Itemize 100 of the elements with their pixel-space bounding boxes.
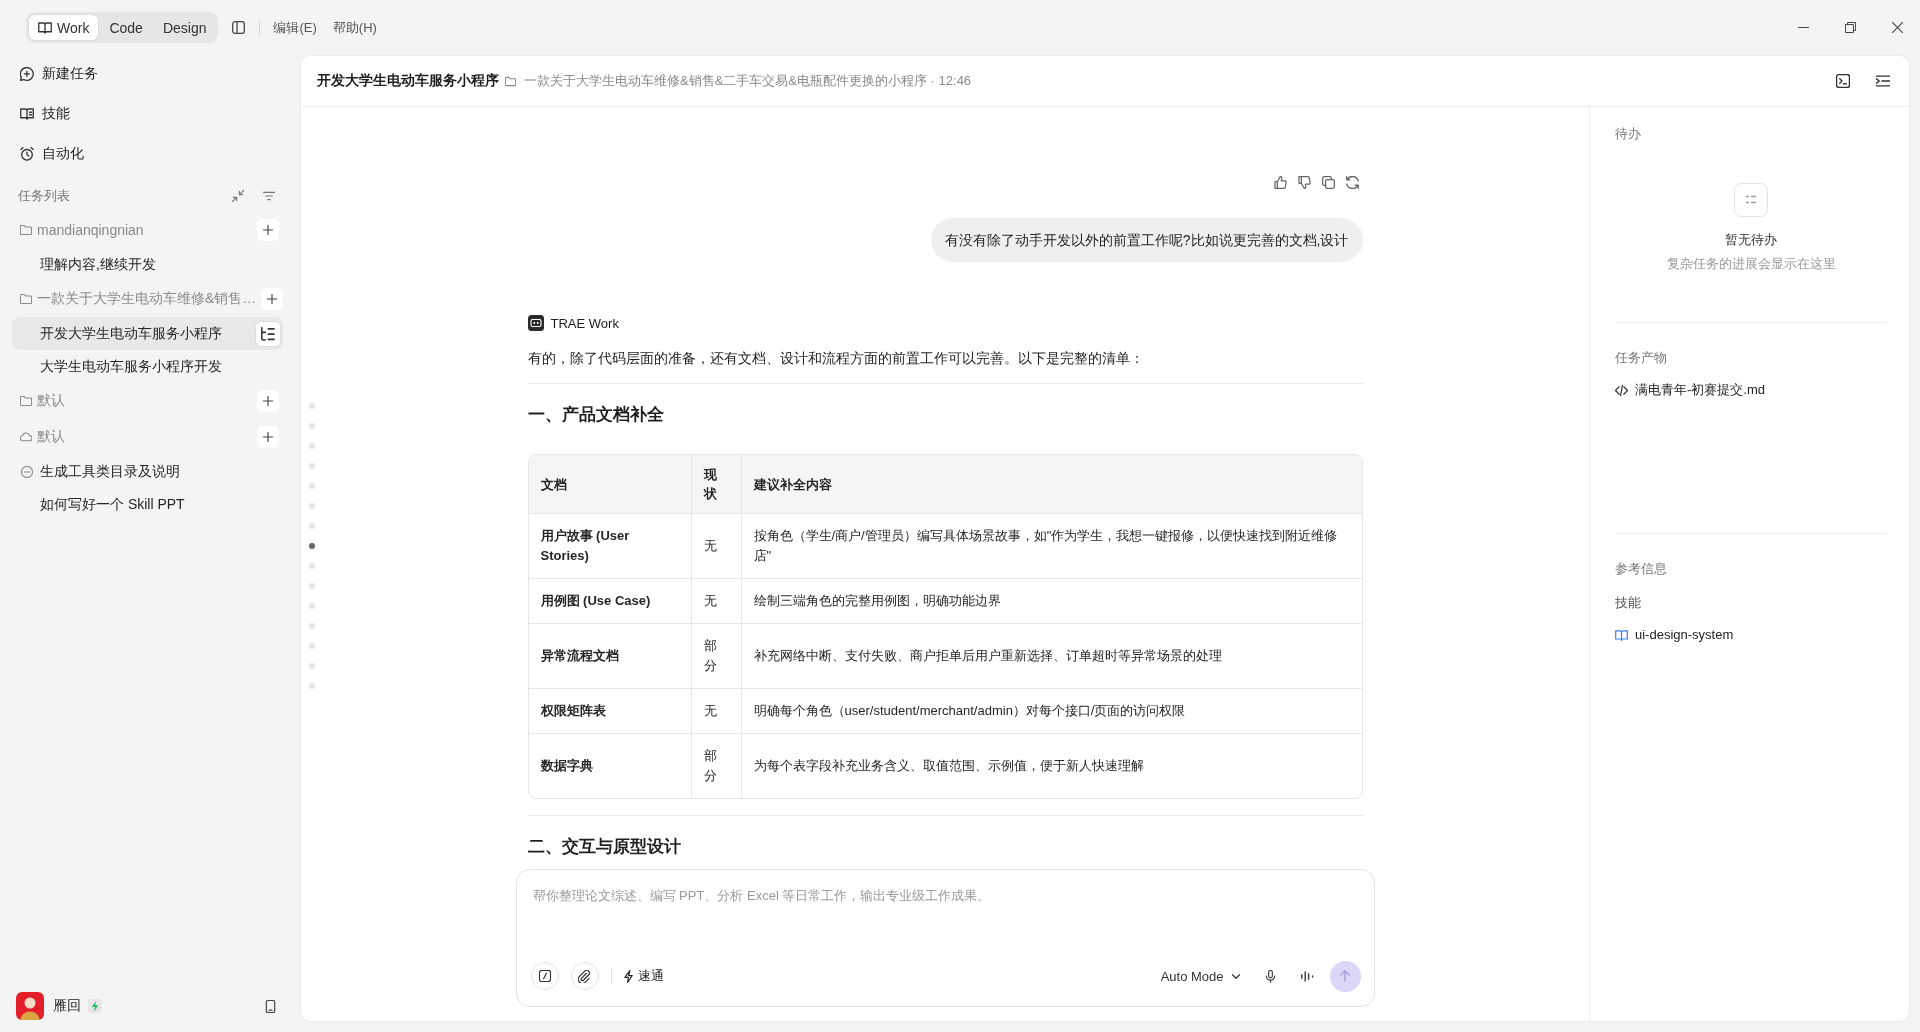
table-cell: 部分 — [690, 623, 741, 688]
mode-tab[interactable]: Design — [153, 15, 216, 40]
menu-item[interactable]: 帮助(H) — [332, 18, 377, 37]
restore-icon[interactable] — [1845, 22, 1856, 33]
section-title: 任务产物 — [1615, 349, 1668, 367]
code-icon — [1615, 383, 1628, 397]
user-name: 雁回 — [53, 997, 81, 1015]
scroll-marker[interactable] — [309, 663, 315, 669]
attach-button[interactable] — [570, 962, 599, 990]
section-title: 待办 — [1615, 125, 1642, 143]
scroll-marker[interactable] — [309, 443, 315, 449]
table-cell-text: 用户故事 (User Stories) — [539, 527, 631, 565]
add-task-button[interactable] — [261, 288, 284, 310]
column-header: 建议补全内容 — [740, 455, 1362, 514]
book-icon — [1615, 628, 1628, 642]
table-cell: 无 — [690, 688, 741, 733]
scroll-marker[interactable] — [309, 523, 315, 529]
collapse-icon[interactable] — [232, 190, 244, 202]
table-cell: 无 — [690, 578, 741, 623]
folder-icon — [20, 293, 32, 305]
task-item[interactable]: 大学生电动车服务小程序开发 — [12, 350, 283, 383]
add-task-button[interactable] — [257, 426, 279, 448]
command-button[interactable] — [530, 962, 559, 990]
scroll-marker[interactable] — [309, 463, 315, 469]
column-header: 现状 — [690, 455, 741, 514]
plus-icon — [267, 294, 278, 304]
mode-tab[interactable]: Work — [29, 15, 99, 40]
slash-box-icon — [538, 970, 551, 982]
empty-state-hint: 复杂任务的进展会显示在这里 — [1666, 255, 1836, 273]
outline-button[interactable] — [255, 320, 281, 347]
book-icon — [38, 20, 52, 35]
arrow-up-icon — [1339, 970, 1351, 982]
project-path: 一款关于大学生电动车维修&销售&二手车交易&电瓶配件更换的小程序 · 12:46 — [524, 72, 972, 90]
menu-item[interactable]: 编辑(E) — [273, 18, 317, 37]
artifact-file[interactable]: 满电青年-初赛提交.md — [1615, 381, 1887, 399]
table-cell: 用例图 (Use Case) — [528, 578, 691, 623]
table-cell: 绘制三端角色的完整用例图，明确功能边界 — [740, 578, 1362, 623]
empty-state-title: 暂无待办 — [1725, 231, 1777, 249]
task-item[interactable]: 如何写好一个 Skill PPT — [12, 488, 283, 521]
scroll-marker[interactable] — [309, 503, 315, 509]
scroll-marker[interactable] — [309, 483, 315, 489]
avatar-icon[interactable] — [16, 992, 44, 1020]
add-task-button[interactable] — [257, 390, 279, 412]
assistant-name: TRAE Work — [550, 315, 619, 331]
cloud-icon — [20, 431, 32, 443]
folder-icon — [505, 75, 516, 87]
list-indent-icon[interactable] — [1876, 74, 1890, 88]
table-cell: 为每个表字段补充业务含义、取值范围、示例值，便于新人快速理解 — [740, 733, 1362, 798]
message-composer[interactable]: 帮你整理论文综述、编写 PPT、分析 Excel 等日常工作，输出专业级工作成果。 速通 Auto Mode — [515, 869, 1375, 1007]
lightning-icon — [623, 969, 633, 983]
thumbs-down-icon[interactable] — [1297, 175, 1311, 189]
refresh-icon[interactable] — [1345, 175, 1359, 189]
alarm-clock-icon — [20, 147, 34, 161]
message-input[interactable]: 帮你整理论文综述、编写 PPT、分析 Excel 等日常工作，输出专业级工作成果。 — [530, 887, 1361, 961]
scroll-marker[interactable] — [309, 643, 315, 649]
scroll-marker[interactable] — [309, 543, 315, 549]
paperclip-icon — [578, 969, 591, 983]
scroll-marker[interactable] — [309, 603, 315, 609]
waveform-icon[interactable] — [1300, 969, 1314, 983]
section-heading: 二、交互与原型设计 — [527, 836, 682, 858]
column-header: 文档 — [528, 455, 691, 514]
nav-item[interactable]: 技能 — [12, 97, 283, 131]
thumbs-up-icon[interactable] — [1273, 175, 1287, 189]
scroll-marker[interactable] — [309, 623, 315, 629]
nav-item[interactable]: 自动化 — [12, 137, 283, 171]
tree-list-icon — [261, 326, 275, 341]
task-item[interactable]: 开发大学生电动车服务小程序 — [12, 317, 283, 350]
close-icon[interactable] — [1892, 22, 1903, 33]
table-cell: 按角色（学生/商户/管理员）编写具体场景故事，如"作为学生，我想一键报修，以便快速找到附近维修店" — [740, 514, 1362, 578]
table-cell: 部分 — [690, 733, 741, 798]
table-cell: 数据字典 — [528, 733, 691, 798]
reference-group-title: 技能 — [1615, 594, 1642, 612]
task-item[interactable]: 生成工具类目录及说明 — [12, 455, 283, 488]
table-cell: 异常流程文档 — [528, 623, 691, 688]
terminal-icon[interactable] — [1836, 74, 1850, 88]
user-message: 有没有除了动手开发以外的前置工作呢?比如说更完善的文档,设计 — [930, 218, 1363, 262]
task-item[interactable]: 理解内容,继续开发 — [12, 248, 283, 281]
mode-tab[interactable]: Code — [100, 15, 152, 40]
section-heading: 一、产品文档补全 — [527, 404, 665, 426]
sidebar-toggle-icon[interactable] — [232, 21, 246, 34]
book-icon — [20, 107, 34, 121]
scroll-marker[interactable] — [309, 563, 315, 569]
answer-paragraph: 有的，除了代码层面的准备，还有文档、设计和流程方面的前置工作可以完善。以下是完整的清单： — [527, 349, 1145, 368]
tablet-icon[interactable] — [264, 999, 277, 1013]
skill-link[interactable]: ui-design-system — [1615, 626, 1887, 644]
task-title: 开发大学生电动车服务小程序 — [317, 72, 499, 90]
speed-mode-button[interactable]: 速通 — [623, 967, 664, 985]
list-icon — [1734, 183, 1768, 217]
scroll-marker[interactable] — [309, 403, 315, 409]
scroll-marker[interactable] — [309, 423, 315, 429]
plus-icon — [263, 225, 273, 235]
add-task-button[interactable] — [257, 219, 279, 241]
copy-icon[interactable] — [1321, 175, 1335, 189]
microphone-icon[interactable] — [1263, 969, 1277, 983]
nav-item[interactable]: 新建任务 — [12, 57, 283, 91]
model-selector[interactable]: Auto Mode — [1160, 968, 1240, 984]
scroll-marker[interactable] — [309, 683, 315, 689]
scroll-marker[interactable] — [309, 583, 315, 589]
filter-icon[interactable] — [263, 190, 275, 202]
section-title: 参考信息 — [1615, 560, 1668, 578]
